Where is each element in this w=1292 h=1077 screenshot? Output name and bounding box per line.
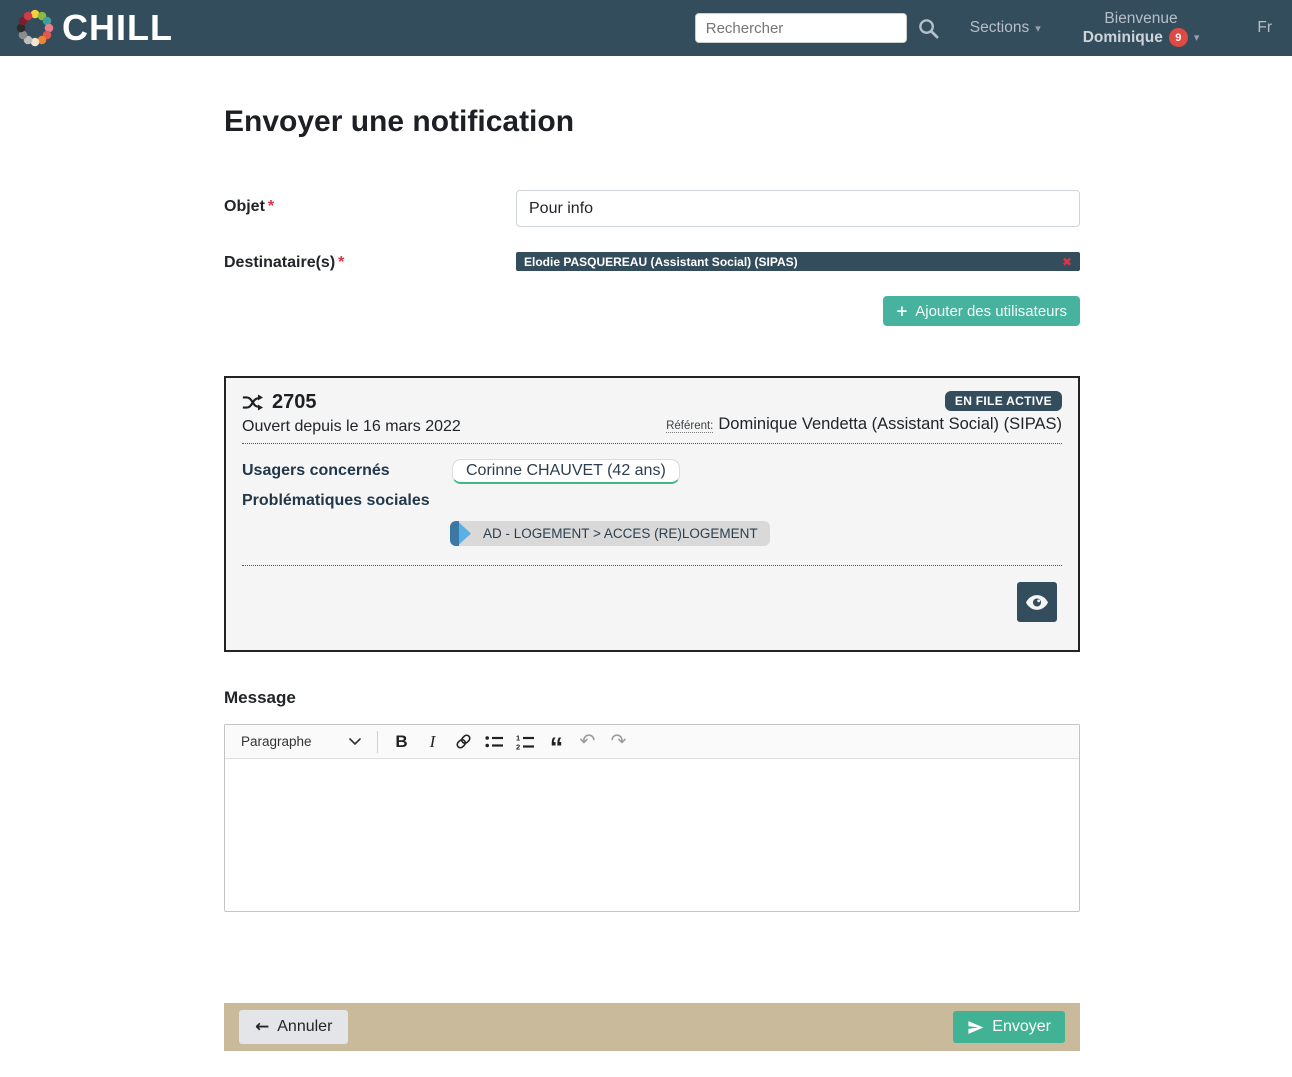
objet-row: Objet* bbox=[224, 190, 1080, 227]
sections-label: Sections bbox=[970, 19, 1029, 37]
destinataires-label-text: Destinataire(s) bbox=[224, 254, 335, 271]
chevron-down-icon: ▾ bbox=[1035, 22, 1041, 35]
parcours-opened-date: Ouvert depuis le 16 mars 2022 bbox=[242, 418, 461, 436]
search-button[interactable] bbox=[917, 17, 940, 40]
eye-icon bbox=[1026, 595, 1048, 610]
parcours-header-left: 2705 Ouvert depuis le 16 mars 2022 bbox=[242, 391, 461, 436]
plus-icon: + bbox=[896, 302, 909, 320]
sections-menu[interactable]: Sections ▾ bbox=[970, 19, 1041, 37]
referent-name: Dominique Vendetta (Assistant Social) (S… bbox=[718, 415, 1062, 433]
svg-text:2: 2 bbox=[516, 742, 520, 750]
navbar-search bbox=[695, 13, 940, 43]
blockquote-button[interactable]: “ bbox=[541, 728, 572, 756]
chill-logo-icon bbox=[14, 7, 56, 49]
link-button[interactable] bbox=[448, 728, 479, 756]
page-title: Envoyer une notification bbox=[224, 105, 1080, 139]
notification-badge: 9 bbox=[1169, 28, 1188, 47]
undo-button[interactable]: ↶ bbox=[572, 728, 603, 756]
message-content-area[interactable] bbox=[225, 759, 1079, 911]
objet-label-text: Objet bbox=[224, 198, 265, 215]
search-icon bbox=[917, 17, 940, 40]
welcome-text: Bienvenue bbox=[1083, 9, 1200, 28]
redo-button[interactable]: ↷ bbox=[603, 728, 634, 756]
user-menu[interactable]: Bienvenue Dominique 9 ▾ bbox=[1083, 9, 1200, 47]
destinataires-field: Elodie PASQUEREAU (Assistant Social) (SI… bbox=[516, 252, 1080, 326]
toolbar-divider bbox=[377, 731, 378, 753]
required-asterisk: * bbox=[338, 254, 344, 271]
paper-plane-icon bbox=[967, 1019, 984, 1036]
italic-button[interactable]: I bbox=[417, 728, 448, 756]
objet-input[interactable] bbox=[516, 190, 1080, 227]
referent-label: Référent: bbox=[666, 420, 713, 433]
social-issue-icon bbox=[450, 521, 474, 546]
shuffle-icon bbox=[242, 393, 263, 412]
chevron-down-icon: ▾ bbox=[1194, 31, 1200, 44]
destinataires-row: Destinataire(s)* Elodie PASQUEREAU (Assi… bbox=[224, 252, 1080, 326]
arrow-left-icon: ← bbox=[255, 1017, 269, 1037]
recipient-name: Elodie PASQUEREAU (Assistant Social) (SI… bbox=[524, 255, 798, 269]
parcours-id: 2705 bbox=[272, 391, 317, 414]
username: Dominique bbox=[1083, 29, 1163, 47]
bold-button[interactable]: B bbox=[386, 728, 417, 756]
add-users-button[interactable]: + Ajouter des utilisateurs bbox=[883, 296, 1080, 326]
message-label: Message bbox=[224, 688, 1080, 708]
language-switcher[interactable]: Fr bbox=[1257, 19, 1272, 37]
svg-text:1: 1 bbox=[516, 734, 520, 743]
remove-recipient-icon[interactable]: ✖ bbox=[1062, 255, 1072, 269]
parcours-details: Usagers concernés Corinne CHAUVET (42 an… bbox=[242, 444, 1062, 566]
bulleted-list-icon bbox=[485, 734, 504, 749]
cancel-button[interactable]: ← Annuler bbox=[239, 1010, 348, 1044]
editor-toolbar: Paragraphe B I bbox=[225, 725, 1079, 759]
destinataires-label: Destinataire(s)* bbox=[224, 252, 516, 272]
bulleted-list-button[interactable] bbox=[479, 728, 510, 756]
social-issue-badge: AD - LOGEMENT > ACCES (RE)LOGEMENT bbox=[450, 521, 770, 546]
usagers-label: Usagers concernés bbox=[242, 456, 452, 486]
referent-line: Référent: Dominique Vendetta (Assistant S… bbox=[666, 415, 1062, 434]
numbered-list-button[interactable]: 1 2 bbox=[510, 728, 541, 756]
cancel-label: Annuler bbox=[277, 1018, 332, 1036]
parcours-footer bbox=[242, 566, 1062, 650]
top-navbar: CHILL Sections ▾ Bienvenue Dominique 9 ▾… bbox=[0, 0, 1292, 56]
parcours-header: 2705 Ouvert depuis le 16 mars 2022 EN FI… bbox=[242, 391, 1062, 444]
view-parcours-button[interactable] bbox=[1017, 582, 1057, 622]
recipient-tag: Elodie PASQUEREAU (Assistant Social) (SI… bbox=[516, 252, 1080, 271]
chevron-down-icon bbox=[349, 738, 361, 746]
add-users-label: Ajouter des utilisateurs bbox=[915, 303, 1067, 320]
chill-logo[interactable]: CHILL bbox=[14, 7, 173, 49]
numbered-list-icon: 1 2 bbox=[516, 734, 535, 750]
send-button[interactable]: Envoyer bbox=[953, 1011, 1065, 1043]
status-badge: EN FILE ACTIVE bbox=[945, 391, 1062, 411]
objet-label: Objet* bbox=[224, 190, 516, 216]
required-asterisk: * bbox=[268, 198, 274, 215]
search-input[interactable] bbox=[695, 13, 907, 43]
brand-name: CHILL bbox=[62, 10, 173, 46]
social-issue-text: AD - LOGEMENT > ACCES (RE)LOGEMENT bbox=[474, 526, 770, 541]
paragraph-style-value: Paragraphe bbox=[241, 734, 312, 749]
problematiques-label: Problématiques sociales bbox=[242, 486, 1062, 516]
person-pill: Corinne CHAUVET (42 ans) bbox=[452, 459, 680, 484]
link-icon bbox=[454, 732, 473, 751]
main-content: Envoyer une notification Objet* Destinat… bbox=[224, 105, 1080, 1051]
parcours-header-right: EN FILE ACTIVE Référent: Dominique Vendet… bbox=[666, 391, 1062, 436]
form-action-bar: ← Annuler Envoyer bbox=[224, 1003, 1080, 1051]
parcours-card: 2705 Ouvert depuis le 16 mars 2022 EN FI… bbox=[224, 376, 1080, 652]
send-label: Envoyer bbox=[992, 1018, 1051, 1036]
message-editor: Paragraphe B I bbox=[224, 724, 1080, 912]
notification-form: Objet* Destinataire(s)* Elodie PASQUEREA… bbox=[224, 190, 1080, 326]
paragraph-style-dropdown[interactable]: Paragraphe bbox=[233, 730, 369, 753]
